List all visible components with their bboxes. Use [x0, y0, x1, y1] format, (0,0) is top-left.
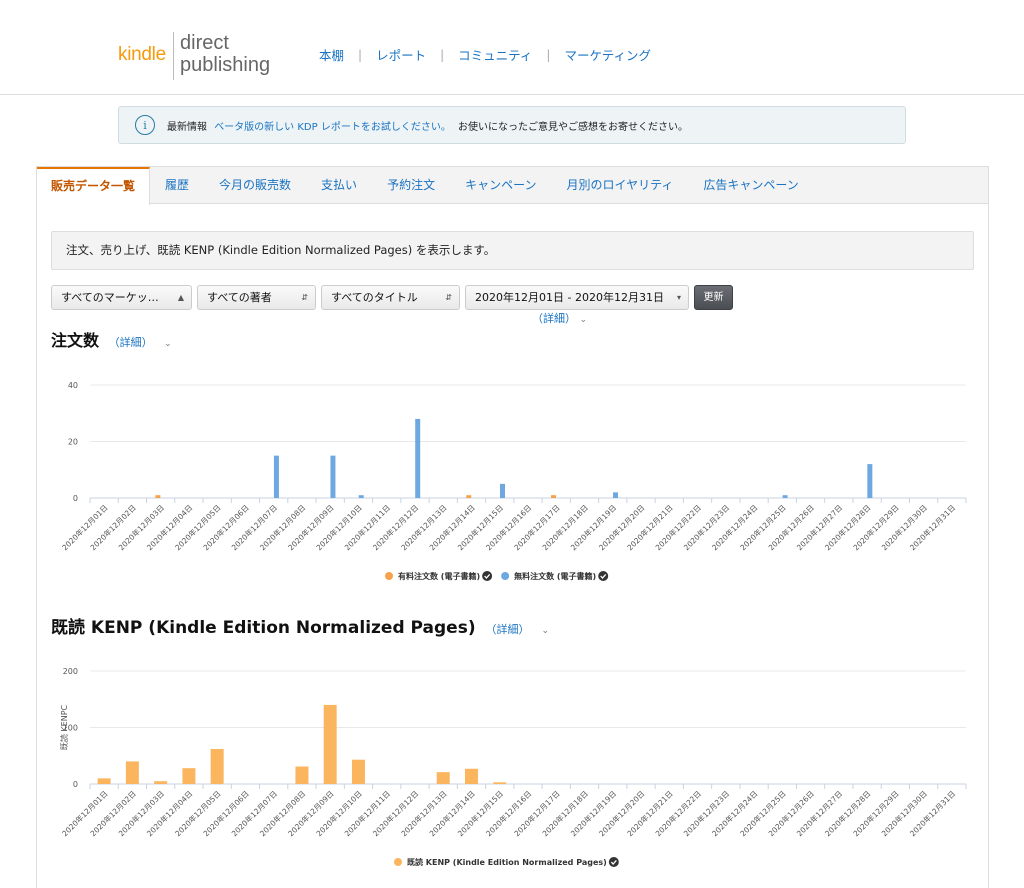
bar: [493, 782, 507, 784]
orders-detail-link[interactable]: （詳細）: [109, 336, 153, 349]
select-arrows-icon: ⇵: [301, 293, 308, 302]
tab-ad-campaigns[interactable]: 広告キャンペーン: [688, 167, 813, 204]
info-banner: i 最新情報 ベータ版の新しい KDP レポートをお試しください。 お使いになっ…: [118, 106, 906, 144]
bar: [867, 464, 873, 498]
nav-marketing[interactable]: マーケティング: [550, 45, 665, 64]
tab-sales-dashboard[interactable]: 販売データ一覧: [37, 167, 151, 205]
chart-legend: 既読 KENP (Kindle Edition Normalized Pages…: [394, 857, 619, 867]
info-icon: i: [135, 115, 155, 135]
y-tick-label: 0: [73, 780, 78, 789]
date-range-value: 2020年12月01日 - 2020年12月31日: [475, 291, 664, 304]
bar: [551, 495, 557, 498]
orders-chart: 020402020年12月01日2020年12月02日2020年12月03日20…: [60, 381, 967, 581]
tab-promotions[interactable]: キャンペーン: [450, 167, 551, 204]
logo-direct-text: direct: [180, 32, 229, 54]
bar: [330, 455, 336, 498]
bar: [273, 455, 279, 498]
kenp-detail-link[interactable]: （詳細）: [486, 623, 530, 636]
bar: [210, 748, 224, 784]
tab-preorders[interactable]: 予約注文: [372, 167, 450, 204]
bar: [436, 772, 450, 784]
top-nav: 本棚 | レポート | コミュニティ | マーケティング: [305, 45, 665, 64]
y-tick-label: 0: [73, 494, 78, 503]
author-select[interactable]: すべての著者 ⇵: [197, 285, 316, 310]
bar: [613, 492, 619, 498]
bar: [358, 495, 364, 498]
report-tabs: 販売データ一覧 履歴 今月の販売数 支払い 予約注文 キャンペーン 月別のロイヤ…: [37, 167, 988, 205]
bar: [415, 418, 421, 498]
chevron-down-icon[interactable]: ⌄: [541, 626, 549, 636]
legend-label: 既読 KENP (Kindle Edition Normalized Pages…: [407, 857, 607, 867]
legend-marker: [385, 572, 393, 580]
title-select[interactable]: すべてのタイトル ⇵: [321, 285, 460, 310]
select-arrows-icon: ⇵: [445, 293, 452, 302]
chevron-down-icon: ⌄: [579, 315, 588, 325]
bar: [125, 761, 139, 784]
select-arrows-icon: ▲: [177, 293, 184, 302]
chevron-down-icon: ▾: [676, 293, 681, 302]
report-description: 注文、売り上げ、既読 KENP (Kindle Edition Normaliz…: [51, 231, 974, 270]
date-range-detail-label: （詳細）: [532, 312, 576, 325]
banner-prefix: 最新情報: [167, 121, 207, 133]
bar: [323, 704, 337, 784]
logo-publishing-text: publishing: [180, 54, 271, 76]
checkmark-icon: [482, 571, 493, 581]
update-button[interactable]: 更新: [694, 285, 733, 310]
legend-label: 無料注文数 (電子書籍): [514, 571, 596, 581]
logo-divider: [173, 32, 174, 80]
checkmark-icon: [598, 571, 609, 581]
bar: [154, 781, 168, 784]
banner-suffix: お使いになったご意見やご感想をお寄せください。: [458, 121, 689, 133]
kenp-section-title: 既読 KENP (Kindle Edition Normalized Pages…: [51, 613, 549, 638]
banner-beta-link[interactable]: ベータ版の新しい KDP レポートをお試しください。: [214, 122, 451, 133]
nav-reports[interactable]: レポート: [362, 45, 440, 64]
top-header: kindle direct publishing 本棚 | レポート | コミュ…: [0, 0, 1024, 95]
nav-community[interactable]: コミュニティ: [444, 45, 546, 64]
bar: [97, 778, 111, 784]
kenp-chart: 0100200既読 KENPC2020年12月01日2020年12月02日202…: [59, 667, 967, 867]
orders-section-title: 注文数 （詳細） ⌄: [51, 327, 172, 351]
nav-bookshelf[interactable]: 本棚: [305, 45, 358, 64]
date-range-detail-link[interactable]: （詳細） ⌄: [532, 310, 587, 326]
filter-bar: すべてのマーケッ… ▲ すべての著者 ⇵ すべてのタイトル ⇵ 2020年12月…: [51, 285, 733, 310]
orders-title-text: 注文数: [51, 331, 100, 350]
tab-month-to-date[interactable]: 今月の販売数: [204, 167, 306, 204]
kenp-title-text: 既読 KENP (Kindle Edition Normalized Pages…: [51, 618, 476, 638]
checkmark-icon: [608, 857, 619, 867]
banner-text: 最新情報 ベータ版の新しい KDP レポートをお試しください。 お使いになったご…: [167, 118, 688, 133]
tab-payments[interactable]: 支払い: [306, 167, 372, 204]
legend-marker: [501, 572, 510, 580]
bar: [351, 759, 365, 784]
y-tick-label: 20: [68, 438, 78, 447]
tab-history[interactable]: 履歴: [150, 167, 204, 204]
y-tick-label: 200: [63, 667, 78, 676]
legend-marker: [394, 858, 402, 866]
chevron-down-icon[interactable]: ⌄: [164, 339, 172, 349]
tab-monthly-royalties[interactable]: 月別のロイヤリティ: [551, 167, 688, 204]
bar: [155, 495, 161, 498]
logo-kindle-text: kindle: [118, 44, 166, 65]
author-select-value: すべての著者: [207, 291, 272, 304]
bar: [499, 483, 505, 498]
bar: [466, 495, 472, 498]
legend-label: 有料注文数 (電子書籍): [398, 571, 480, 581]
marketplace-select[interactable]: すべてのマーケッ… ▲: [51, 285, 192, 310]
y-axis-label: 既読 KENPC: [59, 704, 69, 750]
reports-panel: 販売データ一覧 履歴 今月の販売数 支払い 予約注文 キャンペーン 月別のロイヤ…: [36, 166, 989, 888]
date-range-select[interactable]: 2020年12月01日 - 2020年12月31日 ▾: [465, 285, 689, 310]
title-select-value: すべてのタイトル: [331, 291, 418, 304]
bar: [464, 768, 478, 784]
bar: [295, 766, 309, 784]
marketplace-select-value: すべてのマーケッ…: [61, 291, 159, 304]
chart-legend: 有料注文数 (電子書籍) 無料注文数 (電子書籍): [385, 571, 609, 581]
y-tick-label: 40: [68, 381, 78, 390]
bar: [782, 495, 788, 498]
bar: [182, 768, 196, 784]
